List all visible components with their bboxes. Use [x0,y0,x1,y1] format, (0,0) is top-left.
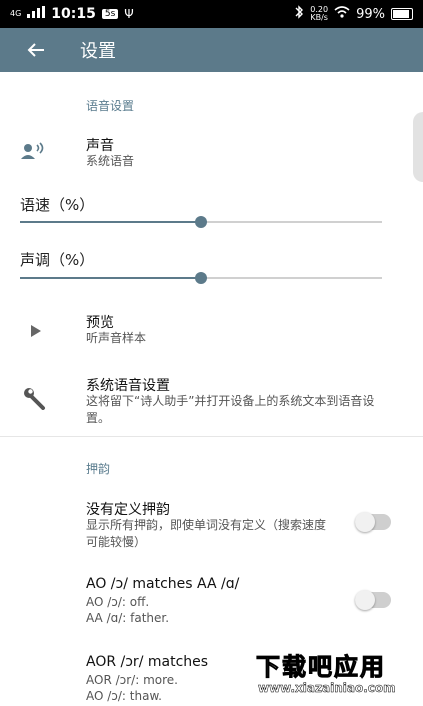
section-label-rhyme: 押韵 [86,462,111,476]
battery-percent: 99% [356,6,385,22]
signal-icon [27,6,46,22]
status-time: 10:15 [51,6,96,22]
voice-title: 声音 [86,138,114,154]
wrench-icon [22,386,46,414]
watermark: 下载吧应用 www.xiazainiao.com [252,575,423,706]
undefined-rhymes-subtitle: 显示所有押韵，即使单词没有定义（搜索速度可能较慢） [86,518,327,549]
watermark-text: 下载吧应用 [256,653,386,682]
speech-rate-thumb[interactable] [195,216,207,228]
voice-speaker-icon [20,142,46,164]
pitch-fill [20,277,201,279]
play-icon [30,322,42,341]
wifi-icon [334,6,350,22]
pitch-label: 声调（%） [20,251,95,269]
watermark-url: www.xiazainiao.com [258,681,396,696]
back-arrow-icon[interactable] [26,40,46,60]
speech-rate-label: 语速（%） [20,196,95,214]
notification-badge: 5s [101,9,119,19]
battery-icon [391,8,413,20]
undefined-rhymes-toggle[interactable] [355,512,391,532]
speech-rate-slider[interactable] [20,216,382,228]
section-divider [0,436,423,437]
pitch-thumb[interactable] [195,272,207,284]
ao-aa-title: AO /ɔ/ matches AA /ɑ/ [86,576,240,592]
system-tts-subtitle: 这将留下“诗人助手”并打开设备上的系统文本到语音设置。 [86,394,375,425]
speech-rate-fill [20,221,201,223]
pitch-slider[interactable] [20,272,382,284]
bluetooth-icon [294,5,304,23]
network-small-indicator: 4G [10,9,22,18]
ao-aa-example-1: AO /ɔ/: off. [86,595,150,609]
app-bar: 设置 [0,28,423,72]
network-speed: 0.20 KB/s [310,5,329,22]
page-title: 设置 [80,41,116,62]
aor-example-2: AO /ɔ/: thaw. [86,689,162,703]
usb-icon: Ψ [124,7,134,21]
preview-subtitle: 听声音样本 [86,331,147,345]
aor-title: AOR /ɔr/ matches [86,654,209,670]
ao-aa-example-2: AA /ɑ/: father. [86,611,170,625]
undefined-rhymes-title: 没有定义押韵 [86,502,170,518]
edge-handle[interactable] [413,112,423,182]
voice-subtitle: 系统语音 [86,154,135,168]
preview-title: 预览 [86,315,114,331]
aor-example-1: AOR /ɔr/: more. [86,673,178,687]
section-label-voice: 语音设置 [86,99,135,113]
toggle-knob [355,512,375,532]
status-bar: 4G 10:15 5s Ψ 0.20 KB/s 99% [0,0,423,28]
system-tts-title: 系统语音设置 [86,378,170,394]
